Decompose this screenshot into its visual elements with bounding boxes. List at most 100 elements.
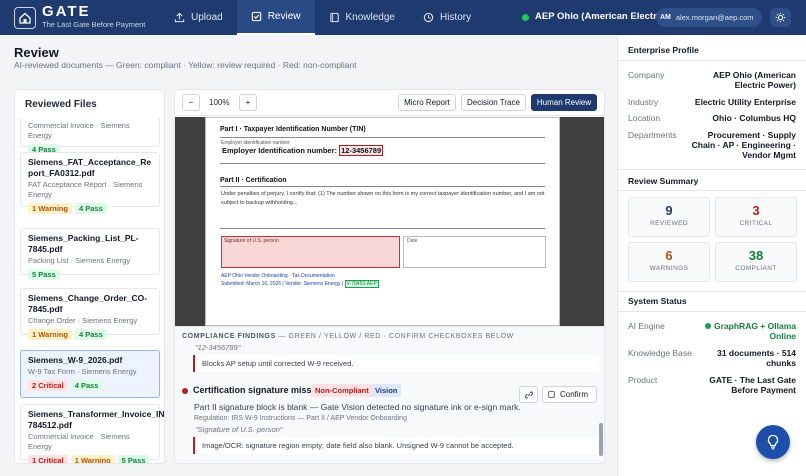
critical-badge: 2 Critical	[28, 380, 68, 391]
stat-reviewed: 9 REVIEWED	[628, 197, 710, 237]
app-name: GATE	[42, 3, 91, 20]
evidence-link-button[interactable]	[519, 386, 538, 403]
stat-critical-value: 3	[752, 203, 760, 218]
divider	[618, 190, 806, 191]
brand: GATE The Last Gate Before Payment	[42, 4, 145, 30]
finding-2-quote: "Signature of U.S. person"	[195, 425, 283, 434]
product-key: Product	[628, 375, 658, 385]
online-status-dot	[522, 14, 529, 21]
nav-knowledge[interactable]: Knowledge	[315, 0, 409, 35]
company-selector[interactable]: AEP Ohio (American Electric ...	[535, 11, 675, 22]
signature-label: Signature of U.S. person	[224, 238, 279, 244]
date-box: Date	[403, 236, 546, 268]
nav-history[interactable]: History	[409, 0, 485, 35]
reviewed-files-panel: Reviewed Files Commercial Invoice · Siem…	[14, 89, 165, 464]
theme-toggle-button[interactable]	[770, 8, 791, 27]
finding-1-note: Blocks AP setup until corrected W-9 rece…	[193, 355, 599, 372]
finding-2-title: Certification signature missing	[193, 385, 326, 395]
app-tagline: The Last Gate Before Payment	[42, 20, 146, 29]
divider	[618, 311, 806, 312]
user-email: alex.morgan@aep.com	[675, 13, 754, 22]
knowledge-base-value: 31 documents · 514 chunks	[717, 348, 796, 368]
stat-compliant: 38 COMPLIANT	[715, 242, 797, 282]
compliance-findings-panel: COMPLIANCE FINDINGS — GREEN / YELLOW / R…	[175, 326, 604, 463]
ein-text: Employer Identification number:	[222, 146, 338, 155]
file-card[interactable]: Siemens_Packing_List_PL-7845.pdf Packing…	[20, 228, 160, 280]
findings-heading-bold: COMPLIANCE FINDINGS	[182, 333, 276, 340]
page-subtitle: AI-reviewed documents — Green: compliant…	[14, 60, 357, 70]
confirm-checkbox-button[interactable]: Confirm	[542, 386, 597, 403]
knowledge-base-key: Knowledge Base	[628, 348, 692, 358]
nav-review[interactable]: Review	[236, 0, 315, 35]
profile-departments-value: Procurement · Supply Chain · AP · Enginee…	[692, 130, 796, 160]
findings-scrollbar[interactable]	[599, 423, 603, 456]
zoom-level: 100%	[209, 98, 230, 107]
file-meta: W-9 Tax Form · Siemens Energy	[28, 367, 137, 376]
human-review-button[interactable]: Human Review	[531, 94, 597, 111]
file-card-selected[interactable]: Siemens_W-9_2026.pdf W-9 Tax Form · Siem…	[20, 350, 160, 398]
right-sidebar: Enterprise Profile Company AEP Ohio (Ame…	[617, 35, 806, 476]
divider	[220, 163, 545, 164]
main-nav: Upload Review Knowledge History	[160, 0, 485, 35]
divider	[220, 186, 545, 187]
ai-engine-key: AI Engine	[628, 321, 665, 331]
micro-report-button[interactable]: Micro Report	[398, 94, 456, 111]
knowledge-base-line: 31 documents · 514	[717, 348, 796, 358]
sun-icon	[775, 12, 786, 23]
file-card[interactable]: Siemens_Transformer_Invoice_INV-784512.p…	[20, 404, 165, 463]
profile-location-key: Location	[628, 113, 661, 123]
decision-trace-button[interactable]: Decision Trace	[461, 94, 526, 111]
file-card[interactable]: Commercial Invoice · Siemens Energy 4 Pa…	[20, 118, 160, 155]
assistant-help-button[interactable]	[756, 425, 790, 459]
file-name: Siemens_FAT_Acceptance_Report_FA0312.pdf	[28, 157, 152, 178]
pass-badge: 5 Pass	[117, 455, 150, 463]
profile-departments-line: Vendor Mgmt	[742, 150, 796, 160]
checkbox-icon	[548, 391, 555, 398]
file-meta: FAT Acceptance Report · Siemens Energy	[28, 180, 143, 199]
online-dot	[705, 323, 712, 329]
warning-badge: 1 Warning	[28, 329, 72, 340]
user-menu[interactable]: AM alex.morgan@aep.com	[656, 8, 762, 27]
profile-departments-key: Departments	[628, 130, 677, 140]
file-card[interactable]: Siemens_Change_Order_CO-7845.pdf Change …	[20, 288, 160, 340]
divider	[618, 60, 806, 61]
file-meta: Commercial Invoice · Siemens Energy	[28, 121, 130, 140]
vendor-id-highlight[interactable]: V-78453-AEP	[344, 280, 379, 288]
divider	[618, 169, 806, 170]
stat-compliant-value: 38	[748, 248, 764, 263]
profile-industry-key: Industry	[628, 97, 659, 107]
divider	[220, 137, 545, 138]
files-list[interactable]: Commercial Invoice · Siemens Energy 4 Pa…	[15, 118, 165, 463]
divider	[220, 228, 545, 229]
zoom-out-button[interactable]: −	[182, 94, 200, 111]
product-line: GATE · The Last Gate	[709, 375, 796, 385]
profile-industry-value: Electric Utility Enterprise	[694, 97, 796, 107]
signature-box-highlight[interactable]: Signature of U.S. person	[221, 236, 400, 268]
file-card[interactable]: Siemens_FAT_Acceptance_Report_FA0312.pdf…	[20, 152, 160, 214]
profile-company-line: AEP Ohio (American	[713, 70, 796, 80]
page-title: Review	[14, 45, 59, 60]
finding-2-description: Part II signature block is blank — Gate …	[194, 402, 521, 412]
stat-warnings-value: 6	[665, 248, 673, 263]
file-name	[28, 118, 152, 120]
certification-text-2: subject to backup withholding...	[221, 200, 298, 206]
ein-line: Employer Identification number: 12-34567…	[222, 145, 384, 156]
zoom-in-button[interactable]: +	[239, 94, 257, 111]
findings-heading-rest: — GREEN / YELLOW / RED · CONFIRM CHECKBO…	[275, 333, 514, 340]
document-canvas[interactable]: Part I · Taxpayer Identification Number …	[175, 117, 604, 326]
book-icon	[329, 12, 339, 23]
home-logo-icon[interactable]	[14, 7, 36, 29]
ai-engine-value: GraphRAG + Ollama Online	[705, 321, 796, 341]
finding-2-regulation: Regulation: IRS W-9 Instructions — Part …	[194, 415, 407, 422]
ein-value-highlight[interactable]: 12-3456789	[339, 145, 384, 156]
nav-history-label: History	[439, 12, 472, 23]
certification-text-1: Under penalties of perjury, I certify th…	[221, 191, 545, 197]
file-name: Siemens_Transformer_Invoice_INV-784512.p…	[28, 409, 165, 430]
nav-knowledge-label: Knowledge	[345, 12, 395, 23]
warning-badge: 1 Warning	[28, 203, 72, 214]
pass-badge: 4 Pass	[74, 329, 107, 340]
file-meta: Packing List · Siemens Energy	[28, 256, 131, 265]
nav-upload[interactable]: Upload	[160, 0, 237, 35]
footer-line-2: Submitted: March 16, 2026 | Vendor: Siem…	[221, 280, 379, 288]
stat-critical: 3 CRITICAL	[715, 197, 797, 237]
